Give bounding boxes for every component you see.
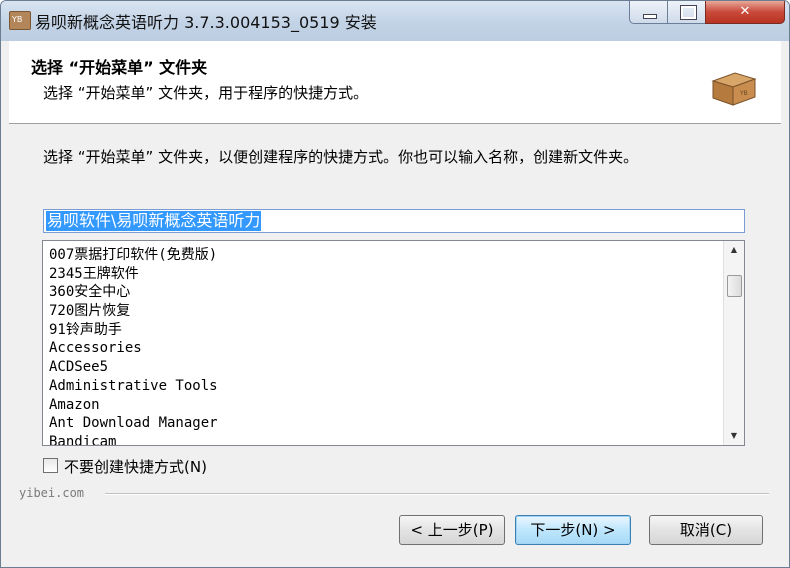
svg-text:YB: YB (739, 90, 748, 97)
close-icon: ✕ (739, 4, 751, 19)
cancel-button[interactable]: 取消(C) (649, 515, 763, 545)
wizard-body: 选择 “开始菜单” 文件夹，以便创建程序的快捷方式。你也可以输入名称，创建新文件… (9, 124, 781, 567)
maximize-button[interactable] (667, 1, 707, 24)
folder-list-item[interactable]: Amazon (49, 396, 719, 415)
instruction-text: 选择 “开始菜单” 文件夹，以便创建程序的快捷方式。你也可以输入名称，创建新文件… (43, 148, 639, 166)
scroll-thumb[interactable] (727, 275, 742, 297)
folder-list-item[interactable]: 2345王牌软件 (49, 265, 719, 284)
folder-input-selected-text: 易呗软件\易呗新概念英语听力 (46, 211, 262, 231)
scroll-down-icon[interactable]: ▼ (724, 427, 744, 445)
folder-list-item[interactable]: Administrative Tools (49, 377, 719, 396)
folder-list-item[interactable]: 91铃声助手 (49, 321, 719, 340)
wizard-header: 选择 “开始菜单” 文件夹 选择 “开始菜单” 文件夹，用于程序的快捷方式。 Y… (9, 41, 781, 124)
minimize-icon (643, 14, 657, 19)
folder-list-item[interactable]: ACDSee5 (49, 358, 719, 377)
start-menu-folder-input[interactable]: 易呗软件\易呗新概念英语听力 (43, 209, 745, 233)
folder-list-item[interactable]: 360安全中心 (49, 283, 719, 302)
vertical-scrollbar[interactable]: ▲ ▼ (723, 241, 744, 445)
no-shortcut-label[interactable]: 不要创建快捷方式(N) (64, 456, 207, 477)
back-button[interactable]: < 上一步(P) (399, 515, 505, 545)
folder-list-item[interactable]: Ant Download Manager (49, 414, 719, 433)
package-box-icon: YB (711, 72, 757, 106)
folder-list-items: 007票据打印软件(免费版) 2345王牌软件 360安全中心 720图片恢复 91铃声… (49, 246, 719, 445)
scroll-up-icon[interactable]: ▲ (724, 241, 744, 259)
page-subtitle: 选择 “开始菜单” 文件夹，用于程序的快捷方式。 (43, 84, 369, 102)
no-shortcut-checkbox[interactable] (43, 458, 58, 473)
minimize-button[interactable] (629, 1, 669, 24)
start-menu-folder-list[interactable]: 007票据打印软件(免费版) 2345王牌软件 360安全中心 720图片恢复 91铃声… (42, 240, 745, 446)
footer-divider (105, 493, 769, 495)
installer-window: YB 易呗新概念英语听力 3.7.3.004153_0519 安装 ✕ 选择 “… (0, 0, 790, 568)
maximize-icon (680, 5, 697, 20)
title-bar[interactable]: YB 易呗新概念英语听力 3.7.3.004153_0519 安装 ✕ (1, 1, 789, 41)
folder-list-item[interactable]: 720图片恢复 (49, 302, 719, 321)
close-button[interactable]: ✕ (705, 1, 785, 24)
page-title: 选择 “开始菜单” 文件夹 (31, 58, 208, 77)
app-icon-text: YB (12, 15, 23, 24)
folder-list-item[interactable]: 007票据打印软件(免费版) (49, 246, 719, 265)
app-icon: YB (9, 11, 31, 30)
window-title: 易呗新概念英语听力 3.7.3.004153_0519 安装 (35, 13, 377, 32)
folder-list-item[interactable]: Accessories (49, 339, 719, 358)
folder-list-item[interactable]: Bandicam (49, 433, 719, 445)
brand-text: yibei.com (19, 486, 85, 500)
next-button[interactable]: 下一步(N) > (515, 515, 631, 545)
